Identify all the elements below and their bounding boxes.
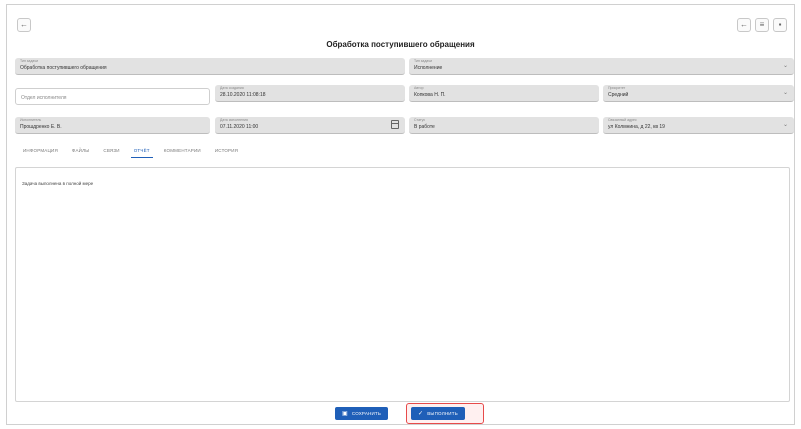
page-title: Обработка поступившего обращения: [326, 40, 475, 49]
tab-links[interactable]: СВЯЗИ: [96, 146, 126, 158]
chevron-down-icon: ⌄: [782, 90, 788, 96]
tab-report[interactable]: ОТЧЁТ: [127, 146, 157, 158]
tab-files[interactable]: ФАЙЛЫ: [65, 146, 97, 158]
task-type-select[interactable]: Тип задачи Исполнение ⌄: [409, 58, 794, 75]
list-icon: ≡: [759, 20, 765, 29]
print-icon: ▪: [778, 20, 782, 29]
save-icon: ▣: [342, 410, 348, 417]
complete-button[interactable]: ✓ ВЫПОЛНИТЬ: [411, 407, 465, 420]
task-name-field[interactable]: Тип задачи Обработка поступившего обраще…: [15, 58, 405, 75]
priority-select[interactable]: Приоритет Средний ⌄: [603, 85, 794, 102]
author-field[interactable]: Автор Копкова Н. П.: [409, 85, 599, 102]
chevron-down-icon: ⌄: [782, 122, 788, 128]
save-button[interactable]: ▣ СОХРАНИТЬ: [335, 407, 389, 420]
back-arrow-icon: ←: [740, 20, 748, 29]
tab-comments[interactable]: КОММЕНТАРИИ: [157, 146, 208, 158]
complete-button-label: ВЫПОЛНИТЬ: [427, 411, 458, 416]
arrow-left-icon: ←: [20, 20, 28, 29]
report-textarea[interactable]: Задача выполнена в полной мере: [15, 167, 790, 402]
list-button[interactable]: ≡: [755, 18, 769, 32]
tab-bar: ИНФОРМАЦИЯ ФАЙЛЫ СВЯЗИ ОТЧЁТ КОММЕНТАРИИ…: [20, 146, 245, 158]
tab-history[interactable]: ИСТОРИЯ: [208, 146, 245, 158]
save-button-label: СОХРАНИТЬ: [351, 411, 382, 416]
print-button[interactable]: ▪: [773, 18, 787, 32]
status-field[interactable]: Статус В работе: [409, 117, 599, 134]
executor-field[interactable]: Исполнитель Прошдренко Е. В.: [15, 117, 210, 134]
calendar-icon[interactable]: [391, 120, 399, 129]
back-button[interactable]: ←: [17, 18, 31, 32]
address-select[interactable]: Связанный адрес ул Колмнина, д 22, кв 19…: [603, 117, 794, 134]
department-field[interactable]: Отдел исполнителя: [15, 88, 210, 105]
check-icon: ✓: [418, 410, 424, 417]
tab-information[interactable]: ИНФОРМАЦИЯ: [20, 146, 65, 158]
due-date-field[interactable]: Дата исполнения 07.11.2020 11:00: [215, 117, 405, 134]
chevron-down-icon: ⌄: [782, 63, 788, 69]
report-text: Задача выполнена в полной мере: [22, 181, 94, 186]
created-date-field[interactable]: Дата создания 28.10.2020 11:08:18: [215, 85, 405, 102]
back-arrow-button[interactable]: ←: [737, 18, 751, 32]
